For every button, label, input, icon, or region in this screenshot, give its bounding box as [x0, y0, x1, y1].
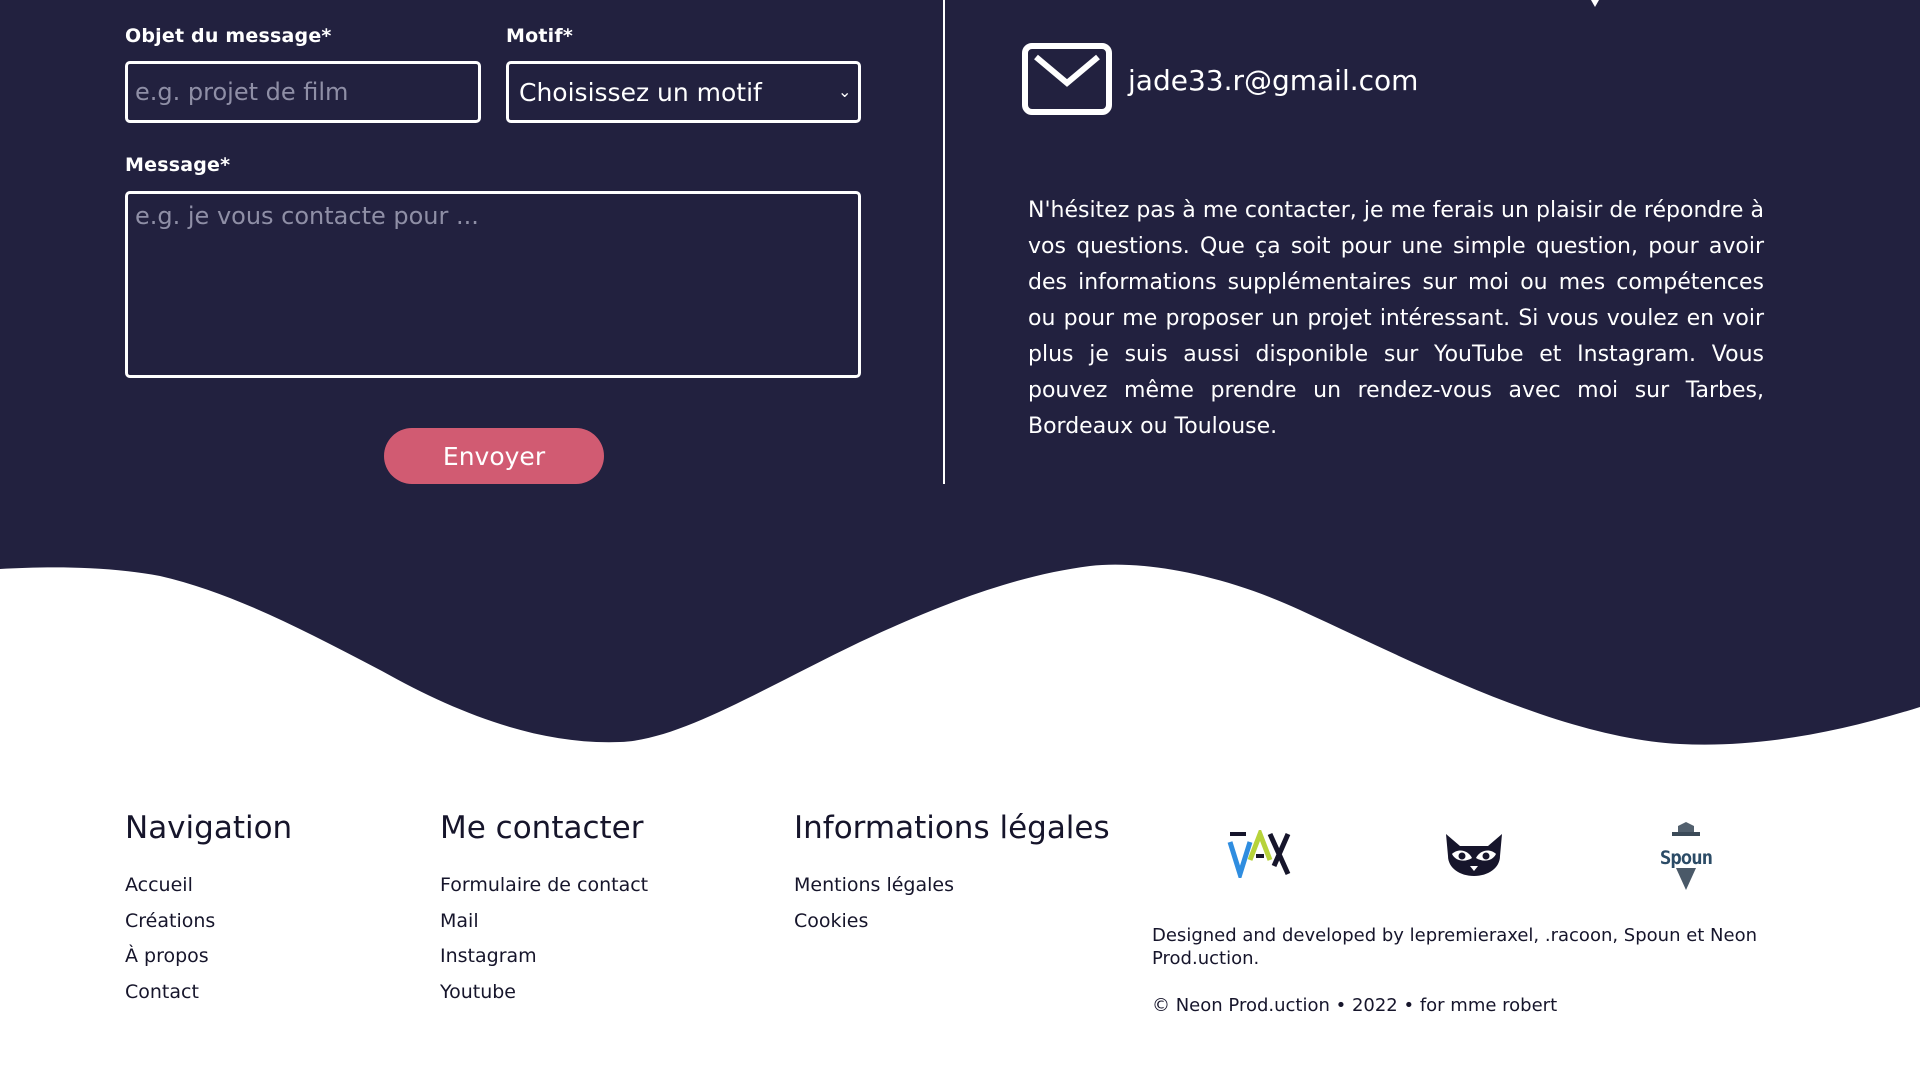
footer-legal-title: Informations légales — [794, 810, 1110, 846]
footer-legal-item: Mentions légales — [794, 874, 954, 910]
subject-label: Objet du message* — [125, 25, 332, 47]
footer-legal-list: Mentions légales Cookies — [794, 874, 954, 945]
footer-link-creations[interactable]: Créations — [125, 910, 215, 932]
spoun-logo[interactable]: Spoun — [1654, 820, 1718, 892]
send-button[interactable]: Envoyer — [384, 428, 604, 484]
footer-nav-item: À propos — [125, 945, 215, 981]
footer-navigation-list: Accueil Créations À propos Contact — [125, 874, 215, 1016]
footer-navigation-title: Navigation — [125, 810, 293, 846]
footer-link-mentions-legales[interactable]: Mentions légales — [794, 874, 954, 896]
subject-input[interactable] — [125, 61, 481, 123]
message-label: Message* — [125, 154, 231, 176]
svg-text:Spoun: Spoun — [1660, 847, 1712, 869]
cut-off-decoration-icon — [1591, 0, 1599, 7]
footer-contact-item: Youtube — [440, 981, 648, 1017]
footer-contact-item: Instagram — [440, 945, 648, 981]
footer-link-instagram[interactable]: Instagram — [440, 945, 537, 967]
footer-link-formulaire[interactable]: Formulaire de contact — [440, 874, 648, 896]
footer-contact-item: Formulaire de contact — [440, 874, 648, 910]
email-link[interactable]: jade33.r@gmail.com — [1128, 64, 1418, 97]
footer-legal-item: Cookies — [794, 910, 954, 946]
footer-link-accueil[interactable]: Accueil — [125, 874, 193, 896]
motif-select[interactable]: Choisissez un motif — [506, 61, 861, 123]
footer-link-contact[interactable]: Contact — [125, 981, 199, 1003]
message-textarea[interactable] — [125, 191, 861, 378]
mail-icon — [1022, 43, 1112, 115]
footer-link-youtube[interactable]: Youtube — [440, 981, 516, 1003]
footer-contact-item: Mail — [440, 910, 648, 946]
copyright-text: © Neon Prod.uction • 2022 • for mme robe… — [1152, 995, 1558, 1016]
footer-contact-title: Me contacter — [440, 810, 644, 846]
section-divider — [943, 0, 945, 484]
footer-link-mail[interactable]: Mail — [440, 910, 479, 932]
footer-link-a-propos[interactable]: À propos — [125, 945, 209, 967]
footer-link-cookies[interactable]: Cookies — [794, 910, 868, 932]
motif-label: Motif* — [506, 25, 573, 47]
credits-text: Designed and developed by lepremieraxel,… — [1152, 925, 1758, 969]
raccoon-icon[interactable] — [1442, 830, 1506, 878]
contact-description: N'hésitez pas à me contacter, je me fera… — [1028, 198, 1764, 439]
page: Objet du message* Motif* Choisissez un m… — [0, 0, 1920, 1080]
lepremieraxel-logo[interactable] — [1226, 830, 1292, 878]
footer-nav-item: Accueil — [125, 874, 215, 910]
footer-nav-item: Contact — [125, 981, 215, 1017]
footer-nav-item: Créations — [125, 910, 215, 946]
footer-contact-list: Formulaire de contact Mail Instagram You… — [440, 874, 648, 1016]
